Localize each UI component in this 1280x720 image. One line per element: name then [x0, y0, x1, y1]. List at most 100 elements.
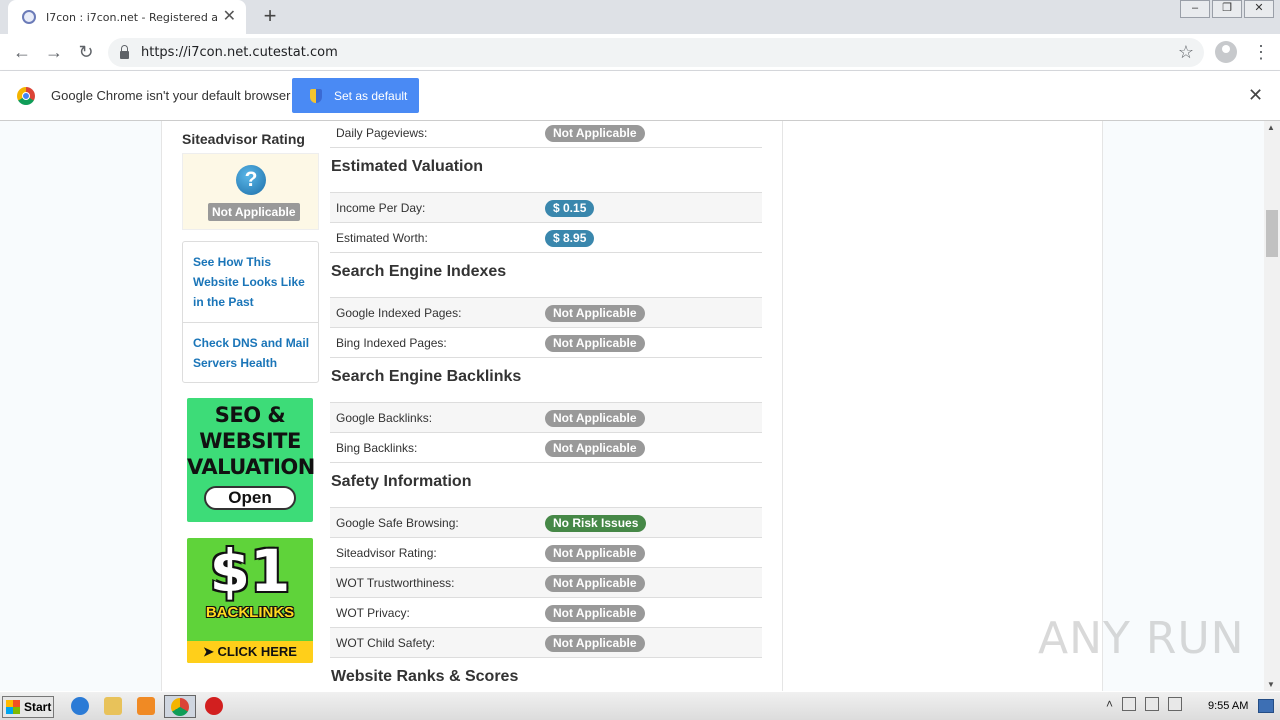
stat-label: WOT Child Safety: [336, 636, 436, 650]
anyrun-watermark: ANY RUN [1038, 613, 1245, 664]
seo-valuation-ad[interactable]: SEO & WEBSITE VALUATION Open [187, 398, 315, 522]
stat-row: Daily Pageviews: Not Applicable [330, 121, 762, 148]
stat-badge: Not Applicable [545, 335, 645, 352]
action-center-flag-icon[interactable] [1168, 697, 1183, 711]
ad-click-here[interactable]: ➤ CLICK HERE [187, 641, 313, 663]
ad-seo-line2: WEBSITE [199, 429, 301, 453]
row-divider [330, 252, 762, 253]
section-title-backlinks: Search Engine Backlinks [331, 368, 522, 385]
scroll-down-arrow-icon[interactable]: ▼ [1267, 680, 1275, 689]
stat-row: Estimated Worth: $ 8.95 [330, 222, 762, 252]
scroll-thumb[interactable] [1266, 210, 1278, 257]
stat-row: WOT Privacy: Not Applicable [330, 597, 762, 627]
row-divider [330, 462, 762, 463]
content-container: Siteadvisor Rating ? Not Applicable See … [161, 121, 1103, 691]
file-explorer-icon[interactable] [104, 697, 122, 715]
window-close-button[interactable]: ✕ [1244, 0, 1274, 18]
section-title-safety: Safety Information [331, 473, 472, 490]
stat-badge: Not Applicable [545, 545, 645, 562]
media-player-icon[interactable] [137, 697, 155, 715]
stat-label: Google Indexed Pages: [336, 306, 462, 320]
reload-icon[interactable]: ↻ [74, 40, 98, 64]
volume-icon[interactable] [1122, 697, 1137, 711]
infobar-close-icon[interactable]: ✕ [1248, 85, 1263, 106]
stat-label: Google Backlinks: [336, 411, 433, 425]
chrome-logo-icon [17, 87, 35, 105]
chrome-icon [171, 698, 189, 716]
ad-backlinks-label: BACKLINKS [205, 604, 295, 621]
stat-label: Bing Backlinks: [336, 441, 418, 455]
start-button[interactable]: Start [2, 696, 54, 718]
taskbar-clock[interactable]: 9:55 AM [1208, 700, 1248, 712]
siteadvisor-heading: Siteadvisor Rating [182, 131, 305, 147]
close-tab-icon[interactable]: ✕ [223, 9, 236, 25]
system-tray: ˄ [1106, 697, 1191, 711]
page-scrollbar[interactable]: ▲ ▼ [1264, 121, 1280, 691]
default-browser-infobar: Google Chrome isn't your default browser… [0, 71, 1280, 121]
tray-expand-icon[interactable]: ˄ [1106, 697, 1113, 711]
stat-row: WOT Trustworthiness: Not Applicable [330, 567, 762, 597]
section-title-ranks: Website Ranks & Scores [331, 668, 519, 685]
back-arrow-icon[interactable]: ← [10, 40, 34, 64]
windows-logo-icon [6, 700, 20, 714]
restore-button[interactable]: ❐ [1212, 0, 1242, 18]
stat-row: WOT Child Safety: Not Applicable [330, 627, 762, 657]
sidebar-links-box: See How This Website Looks Like in the P… [182, 241, 319, 383]
siteadvisor-status-badge: Not Applicable [208, 203, 300, 221]
stat-badge: $ 8.95 [545, 230, 595, 247]
set-as-default-label: Set as default [334, 88, 408, 103]
infobar-message: Google Chrome isn't your default browser [51, 88, 291, 103]
new-tab-button[interactable]: + [258, 5, 282, 29]
browser-tab[interactable]: I7con : i7con.net - Registered at Na ✕ [8, 0, 246, 34]
windows-taskbar: Start ˄ 9:55 AM [0, 691, 1280, 720]
backlinks-ad[interactable]: $1 BACKLINKS ➤ CLICK HERE [187, 538, 313, 663]
stat-badge: Not Applicable [545, 410, 645, 427]
stat-badge: Not Applicable [545, 635, 645, 652]
menu-dots-icon[interactable]: ⋮ [1252, 40, 1270, 64]
ad-backlinks-amount: $1 [209, 538, 291, 605]
stat-row: Google Indexed Pages: Not Applicable [330, 297, 762, 327]
stat-label: Bing Indexed Pages: [336, 336, 447, 350]
section-title-valuation: Estimated Valuation [331, 158, 484, 175]
url-text[interactable]: https://i7con.net.cutestat.com [141, 45, 338, 60]
stat-row: Siteadvisor Rating: Not Applicable [330, 537, 762, 567]
browser-toolbar: ← → ↻ https://i7con.net.cutestat.com ☆ ⋮ [0, 34, 1280, 71]
stat-badge: Not Applicable [545, 575, 645, 592]
forward-arrow-icon[interactable]: → [42, 40, 66, 64]
section-title-indexes: Search Engine Indexes [331, 263, 507, 280]
profile-avatar-icon[interactable] [1215, 41, 1237, 63]
tab-title: I7con : i7con.net - Registered at Na [46, 10, 217, 24]
stat-label: Google Safe Browsing: [336, 516, 459, 530]
stat-label: Daily Pageviews: [336, 126, 428, 140]
row-divider [330, 657, 762, 658]
address-bar[interactable]: https://i7con.net.cutestat.com ☆ [108, 38, 1204, 67]
dns-health-link[interactable]: Check DNS and Mail Servers Health [193, 333, 313, 373]
stat-label: WOT Privacy: [336, 606, 410, 620]
stat-row: Income Per Day: $ 0.15 [330, 192, 762, 222]
stat-badge: No Risk Issues [545, 515, 647, 532]
column-divider [782, 121, 783, 691]
internet-explorer-icon[interactable] [71, 697, 89, 715]
minimize-button[interactable]: – [1180, 0, 1210, 18]
stat-badge: $ 0.15 [545, 200, 595, 217]
bookmark-star-icon[interactable]: ☆ [1178, 42, 1194, 63]
uac-shield-icon [310, 88, 322, 103]
lock-icon[interactable] [120, 44, 129, 59]
antivirus-alert-icon[interactable] [205, 697, 223, 715]
stat-label: Estimated Worth: [336, 231, 428, 245]
stat-badge: Not Applicable [545, 305, 645, 322]
stat-label: Siteadvisor Rating: [336, 546, 437, 560]
stat-row: Bing Backlinks: Not Applicable [330, 432, 762, 462]
row-divider [330, 147, 762, 148]
row-divider [330, 357, 762, 358]
scroll-up-arrow-icon[interactable]: ▲ [1267, 123, 1275, 132]
set-as-default-button[interactable]: Set as default [292, 78, 419, 113]
stat-row: Google Backlinks: Not Applicable [330, 402, 762, 432]
network-icon[interactable] [1145, 697, 1160, 711]
wayback-link[interactable]: See How This Website Looks Like in the P… [193, 252, 313, 312]
stat-badge: Not Applicable [545, 440, 645, 457]
chrome-taskbar-button[interactable] [164, 695, 196, 718]
show-desktop-icon[interactable] [1258, 699, 1274, 713]
ad-open-button[interactable]: Open [204, 486, 296, 510]
stat-badge: Not Applicable [545, 605, 645, 622]
